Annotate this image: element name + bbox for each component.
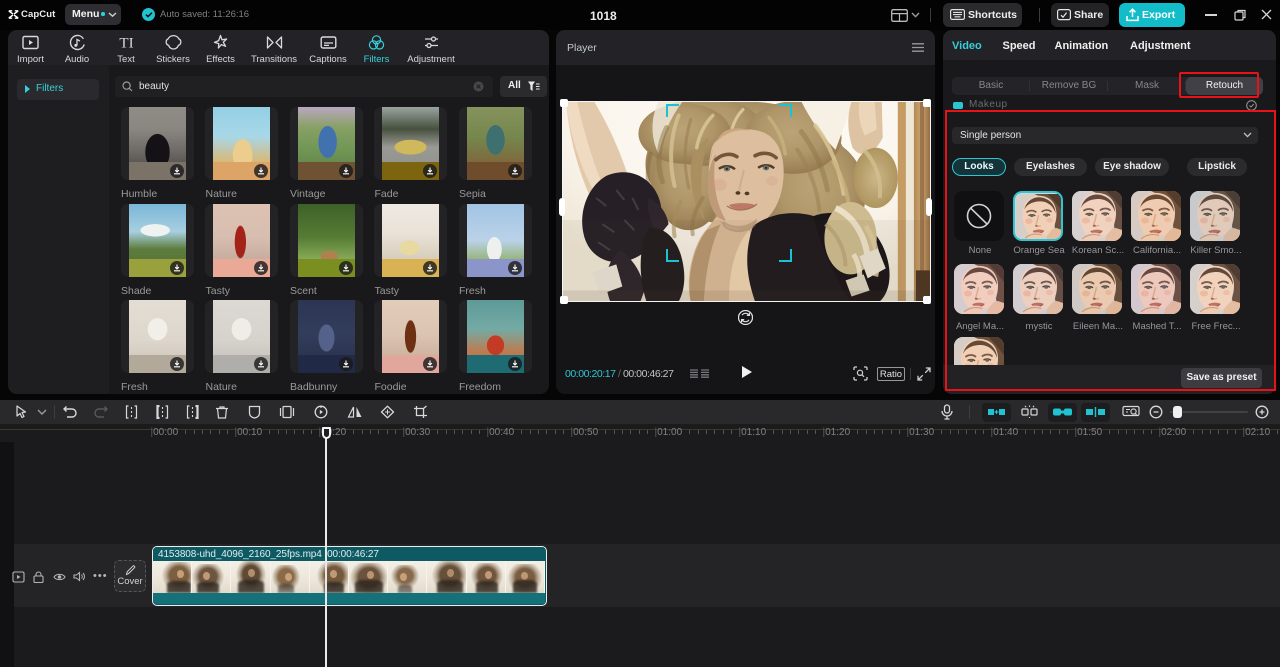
svg-text:TI: TI bbox=[119, 36, 133, 52]
